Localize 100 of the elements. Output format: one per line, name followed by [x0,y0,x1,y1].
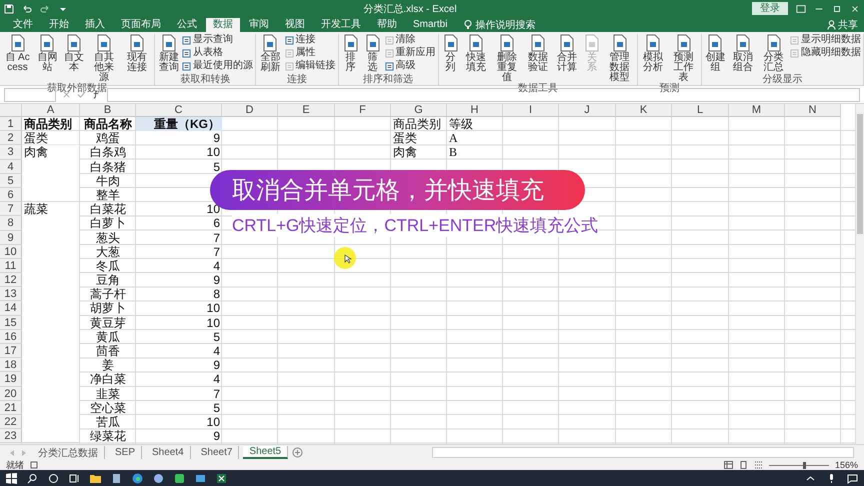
restore-icon[interactable] [832,4,842,14]
ribbon-button[interactable]: 合并计算 [553,34,580,83]
document-icon[interactable] [111,472,122,484]
column-header[interactable]: H [447,104,503,117]
ribbon-tab[interactable]: 开发工具 [314,18,368,32]
zoom-level[interactable]: 156% [834,460,858,470]
row-header[interactable]: 10 [0,244,22,259]
row-header[interactable]: 19 [0,372,22,387]
ribbon-button[interactable]: 新建查询 [157,34,180,74]
row-header[interactable]: 5 [0,174,22,188]
macro-record-icon[interactable] [30,461,38,469]
row-header[interactable]: 14 [0,301,22,316]
ribbon-button[interactable]: 自文本 [62,34,86,83]
row-header[interactable]: 22 [0,414,22,430]
row-header[interactable]: 12 [0,273,22,288]
ribbon-options-icon[interactable] [796,4,806,14]
ribbon-button[interactable]: 自网站 [35,34,60,83]
horizontal-scrollbar[interactable] [432,447,854,458]
column-header[interactable]: L [672,104,729,117]
ribbon-button[interactable]: 模拟分析 [640,34,666,83]
column-header[interactable]: G [391,104,447,117]
row-header[interactable]: 21 [0,400,22,415]
browser-icon[interactable] [132,472,143,484]
sheet-tab[interactable]: Sheet7 [194,446,240,459]
ribbon-button[interactable]: 分列 [440,34,461,83]
folder-icon[interactable] [90,472,101,484]
ribbon-button[interactable]: 高级 [384,60,436,72]
column-header[interactable]: E [278,104,335,117]
row-header[interactable]: 4 [0,160,22,174]
windows-start-icon[interactable] [6,472,17,484]
sheet-tab[interactable]: Sheet4 [146,446,191,459]
ribbon-button[interactable]: 现有连接 [121,34,152,83]
ribbon-button[interactable]: 筛选 [362,34,383,74]
ribbon-button[interactable]: 显示查询 [182,34,254,46]
column-header[interactable]: M [729,104,785,117]
row-header[interactable]: 11 [0,258,22,274]
redo-icon[interactable] [40,4,50,14]
ribbon-button[interactable]: 最近使用的源 [182,60,254,72]
row-header[interactable]: 9 [0,230,22,245]
ribbon-button[interactable]: 数据验证 [524,34,552,83]
ribbon-tab[interactable]: 文件 [6,18,40,32]
ribbon-tab[interactable]: 页面布局 [114,18,168,32]
ribbon-button[interactable]: 自其他来源 [88,34,120,83]
ribbon-tab[interactable]: 视图 [278,18,312,32]
ribbon-button[interactable]: 自 Access [2,34,33,83]
row-header[interactable]: 18 [0,358,22,372]
row-header[interactable]: 20 [0,386,22,401]
search-hint[interactable]: 操作说明搜索 [475,18,536,32]
row-header[interactable]: 3 [0,145,22,160]
close-icon[interactable] [850,4,860,14]
share-link[interactable]: 共享 [838,18,858,32]
column-header[interactable]: F [335,104,391,117]
column-header[interactable]: B [80,104,136,117]
app-icon[interactable] [153,472,164,484]
row-header[interactable]: 2 [0,131,22,146]
ribbon-tab[interactable]: Smartbi [406,18,454,32]
ribbon-tab[interactable]: 审阅 [242,18,276,32]
ribbon-button[interactable]: 删除重复值 [492,34,523,83]
ribbon-tab[interactable]: 公式 [170,18,204,32]
save-icon[interactable] [4,4,14,14]
column-header[interactable]: N [785,104,841,117]
ribbon-tab[interactable]: 开始 [42,18,76,32]
ribbon-button[interactable]: 连接 [284,34,336,46]
column-header[interactable]: I [503,104,559,117]
search-icon[interactable] [27,472,38,484]
app-icon[interactable] [174,472,185,484]
ribbon-button[interactable]: 预测工作表 [668,34,700,83]
row-header[interactable]: 6 [0,188,22,202]
add-sheet-icon[interactable] [292,447,304,458]
row-header[interactable]: 13 [0,287,22,302]
row-header[interactable]: 8 [0,216,22,230]
notification-icon[interactable] [847,472,858,484]
row-header[interactable]: 23 [0,429,22,444]
ribbon-button[interactable]: 分类汇总 [759,34,788,74]
ribbon-button[interactable]: 快速填充 [462,34,490,83]
column-header[interactable]: A [22,104,80,117]
column-header[interactable]: D [222,104,278,117]
ribbon-tab[interactable]: 数据 [206,18,240,32]
excel-icon[interactable] [216,472,227,484]
sheet-tab[interactable]: 分类汇总数据 [32,446,105,459]
column-header[interactable]: J [559,104,616,117]
vertical-scrollbar[interactable] [855,104,864,444]
row-header[interactable]: 7 [0,202,22,216]
ribbon-button[interactable]: 全部刷新 [258,34,283,74]
signin-button[interactable]: 登录 [752,2,788,15]
ribbon-button[interactable]: 从表格 [182,47,254,59]
ribbon-button[interactable]: 创建组 [704,34,726,74]
ribbon-tab[interactable]: 插入 [78,18,112,32]
ribbon-button[interactable]: 管理数据模型 [604,34,636,83]
task-view-icon[interactable] [69,472,80,484]
row-header[interactable]: 17 [0,344,22,358]
page-layout-icon[interactable] [738,461,748,469]
page-break-icon[interactable] [754,461,763,469]
row-header[interactable]: 1 [0,117,22,132]
row-header[interactable]: 15 [0,316,22,330]
sheet-tab[interactable]: Sheet5 [243,446,288,459]
window-icon[interactable] [195,472,206,484]
circle-icon[interactable] [48,472,59,484]
column-header[interactable]: C [136,104,222,117]
column-header[interactable]: K [616,104,672,117]
